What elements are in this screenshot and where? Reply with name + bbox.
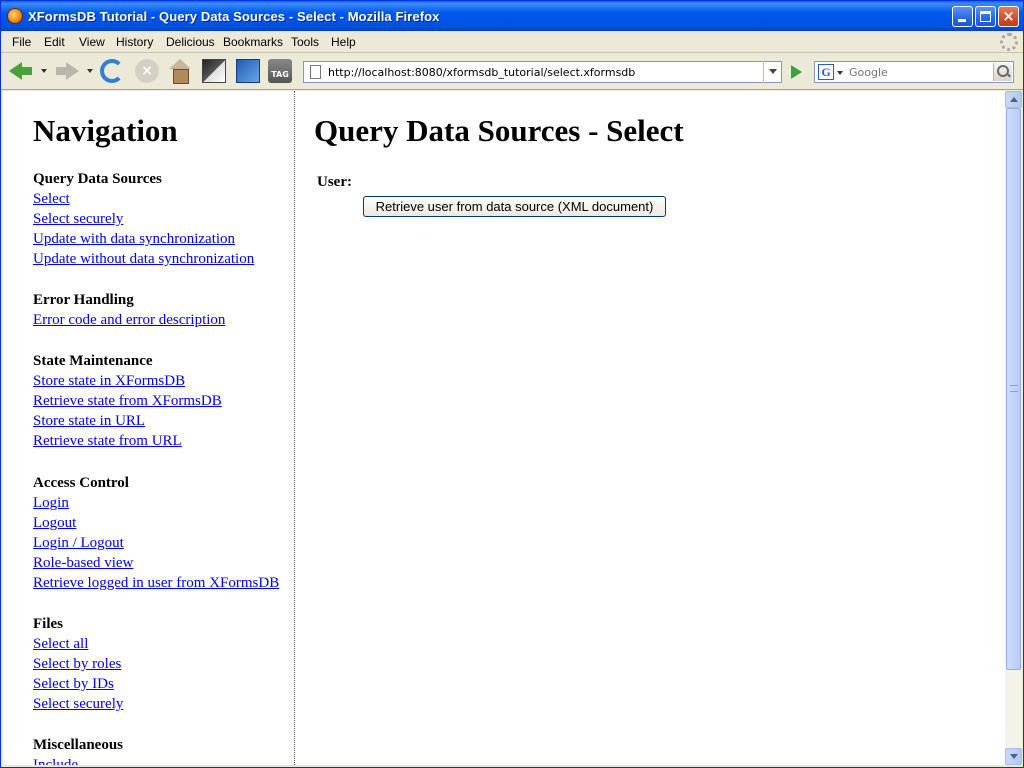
- scrollbar-thumb[interactable]: [1006, 108, 1021, 670]
- section-query-data-sources: Query Data Sources: [33, 171, 162, 187]
- menu-tools[interactable]: Tools: [291, 35, 319, 49]
- search-bar: G: [814, 61, 1014, 83]
- menu-history[interactable]: History: [116, 35, 153, 49]
- minimize-icon: [958, 19, 966, 22]
- home-icon[interactable]: [168, 59, 192, 84]
- nav-link-update-without-sync[interactable]: Update without data synchronization: [33, 251, 254, 268]
- minimize-button[interactable]: [952, 6, 973, 27]
- address-bar[interactable]: http://localhost:8080/xformsdb_tutorial/…: [303, 61, 782, 83]
- browser-window: XFormsDB Tutorial - Query Data Sources -…: [0, 0, 1024, 768]
- user-field-label: User:: [317, 174, 352, 190]
- back-arrow-icon[interactable]: [9, 59, 33, 83]
- navigation-toolbar: × TAG http://localhost:8080/xformsdb_tut…: [1, 54, 1023, 90]
- section-error-handling: Error Handling: [33, 292, 134, 308]
- window-title: XFormsDB Tutorial - Query Data Sources -…: [28, 9, 440, 24]
- close-icon: ×: [1002, 7, 1015, 25]
- menu-delicious[interactable]: Delicious: [166, 35, 215, 49]
- nav-link-files-select-securely[interactable]: Select securely: [33, 696, 123, 713]
- section-miscellaneous: Miscellaneous: [33, 737, 123, 753]
- retrieve-user-button[interactable]: Retrieve user from data source (XML docu…: [363, 196, 666, 217]
- nav-link-error-code[interactable]: Error code and error description: [33, 312, 225, 329]
- nav-link-retrieve-state-xformsdb[interactable]: Retrieve state from XFormsDB: [33, 393, 222, 410]
- nav-link-retrieve-logged-in-user[interactable]: Retrieve logged in user from XFormsDB: [33, 575, 279, 592]
- section-state-maintenance: State Maintenance: [33, 353, 153, 369]
- nav-link-logout[interactable]: Logout: [33, 515, 76, 532]
- section-files: Files: [33, 616, 63, 632]
- page-title: Query Data Sources - Select: [314, 113, 684, 148]
- page-icon: [310, 65, 321, 79]
- reload-icon[interactable]: [100, 59, 124, 83]
- scroll-down-icon[interactable]: [1005, 748, 1022, 765]
- search-input[interactable]: [849, 65, 989, 80]
- close-button[interactable]: ×: [998, 6, 1019, 27]
- search-icon[interactable]: [993, 63, 1012, 81]
- engine-dropdown-icon[interactable]: [837, 71, 843, 75]
- forward-history-dropdown-icon[interactable]: [87, 69, 93, 73]
- navigation-heading: Navigation: [33, 113, 178, 148]
- nav-link-store-state-url[interactable]: Store state in URL: [33, 413, 145, 430]
- firefox-icon: [7, 8, 23, 24]
- navigation-panel: Navigation Query Data Sources Select Sel…: [3, 91, 295, 765]
- forward-arrow-icon[interactable]: [55, 59, 79, 83]
- nav-link-role-based-view[interactable]: Role-based view: [33, 555, 133, 572]
- nav-link-include[interactable]: Include: [33, 757, 78, 765]
- maximize-button[interactable]: [975, 6, 996, 27]
- activity-throbber-icon: [1000, 33, 1018, 51]
- nav-link-retrieve-state-url[interactable]: Retrieve state from URL: [33, 433, 182, 450]
- menu-file[interactable]: File: [12, 35, 31, 49]
- scroll-up-icon[interactable]: [1005, 91, 1022, 108]
- url-history-dropdown-icon[interactable]: [763, 61, 782, 83]
- nav-link-select-by-roles[interactable]: Select by roles: [33, 656, 121, 673]
- nav-link-select-all[interactable]: Select all: [33, 636, 88, 653]
- menu-bar: File Edit View History Delicious Bookmar…: [1, 31, 1023, 53]
- url-text[interactable]: http://localhost:8080/xformsdb_tutorial/…: [328, 66, 635, 79]
- section-access-control: Access Control: [33, 475, 129, 491]
- scrollbar-grip-icon: [1010, 385, 1018, 392]
- maximize-icon: [980, 11, 991, 22]
- menu-view[interactable]: View: [79, 35, 105, 49]
- stop-icon[interactable]: ×: [135, 59, 159, 83]
- nav-link-select[interactable]: Select: [33, 191, 70, 208]
- nav-link-select-by-ids[interactable]: Select by IDs: [33, 676, 114, 693]
- bookmarks-icon[interactable]: [236, 59, 260, 83]
- google-engine-icon[interactable]: G: [818, 64, 834, 80]
- menu-help[interactable]: Help: [331, 35, 356, 49]
- nav-link-select-securely[interactable]: Select securely: [33, 211, 123, 228]
- menu-edit[interactable]: Edit: [44, 35, 65, 49]
- title-bar: XFormsDB Tutorial - Query Data Sources -…: [1, 1, 1023, 31]
- vertical-scrollbar[interactable]: [1005, 91, 1022, 765]
- tag-icon[interactable]: TAG: [268, 59, 292, 83]
- go-icon[interactable]: [786, 62, 806, 82]
- nav-link-login-logout[interactable]: Login / Logout: [33, 535, 124, 552]
- nav-link-login[interactable]: Login: [33, 495, 69, 512]
- nav-link-store-state-xformsdb[interactable]: Store state in XFormsDB: [33, 373, 185, 390]
- bookmark-sidebar-icon[interactable]: [202, 59, 226, 83]
- menu-bookmarks[interactable]: Bookmarks: [223, 35, 283, 49]
- nav-link-update-with-sync[interactable]: Update with data synchronization: [33, 231, 235, 248]
- page-content: Navigation Query Data Sources Select Sel…: [3, 91, 1005, 765]
- back-history-dropdown-icon[interactable]: [41, 69, 47, 73]
